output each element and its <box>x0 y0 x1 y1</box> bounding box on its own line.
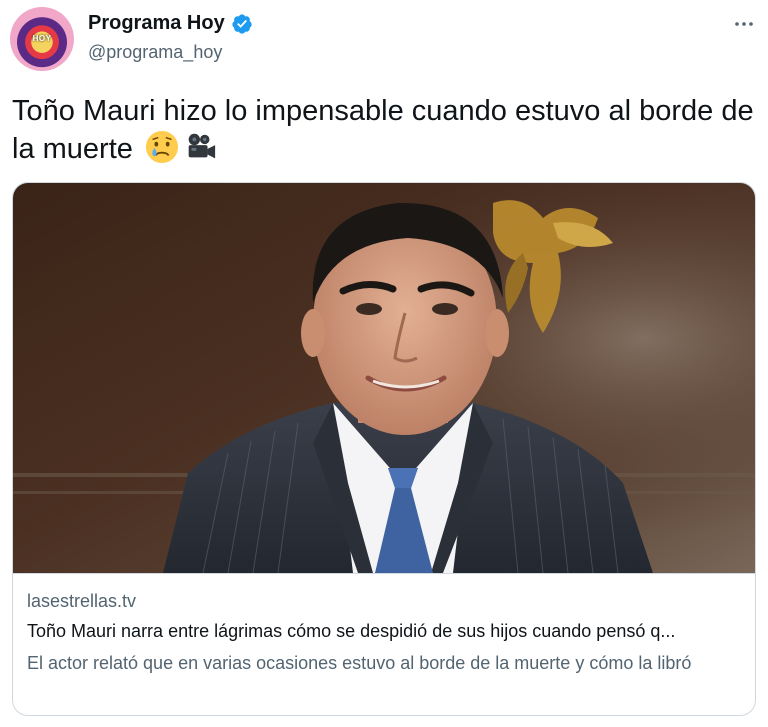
tweet-text: Toño Mauri hizo lo impensable cuando est… <box>12 92 756 168</box>
avatar[interactable]: HOY <box>10 7 74 71</box>
card-photo <box>13 183 755 573</box>
tweet-body: Toño Mauri hizo lo impensable cuando est… <box>12 95 754 165</box>
card-image[interactable] <box>13 183 755 573</box>
author-handle[interactable]: @programa_hoy <box>88 42 222 63</box>
tweet: HOY Programa Hoy @programa_hoy Toño Maur… <box>0 0 768 727</box>
more-options-button[interactable] <box>730 10 758 38</box>
card-divider <box>13 573 755 574</box>
author-display-name[interactable]: Programa Hoy <box>88 12 225 35</box>
link-preview-card[interactable]: lasestrellas.tv Toño Mauri narra entre l… <box>12 182 756 716</box>
verified-badge-icon <box>231 13 253 35</box>
author-name-row: Programa Hoy <box>88 12 253 35</box>
card-title: Toño Mauri narra entre lágrimas cómo se … <box>27 621 676 641</box>
more-horizontal-icon <box>735 22 753 26</box>
movie-camera-emoji-icon <box>183 130 217 164</box>
crying-face-emoji-icon <box>145 130 179 164</box>
card-description: El actor relató que en varias ocasiones … <box>27 653 692 673</box>
avatar-logo-text: HOY <box>32 34 52 43</box>
card-domain: lasestrellas.tv <box>27 591 137 611</box>
